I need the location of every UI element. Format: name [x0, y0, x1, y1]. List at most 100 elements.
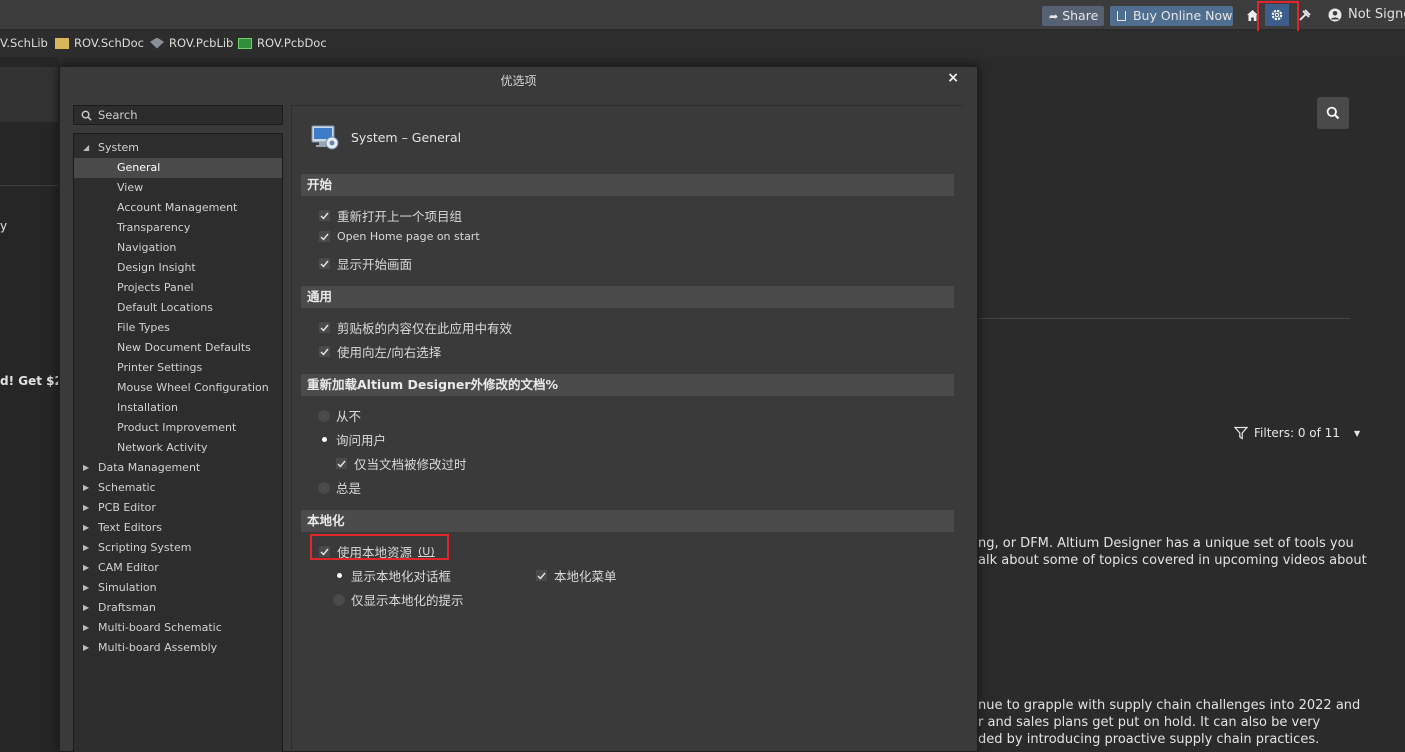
reload-always-radio[interactable]: 总是 — [318, 478, 361, 497]
checkbox-checked-icon — [318, 209, 331, 222]
doc-tab-label: ROV.PcbLib — [169, 36, 234, 50]
tree-item-printer-settings[interactable]: Printer Settings — [74, 358, 282, 378]
radio-label: 从不 — [336, 409, 362, 424]
tree-label: General — [117, 161, 161, 174]
reload-never-radio[interactable]: 从不 — [318, 406, 361, 425]
checkbox-label: 本地化菜单 — [554, 569, 617, 584]
preferences-search[interactable] — [73, 105, 283, 125]
radio-label: 总是 — [336, 481, 362, 496]
filter-icon — [1234, 426, 1248, 440]
page-header: System – General — [309, 121, 461, 153]
tree-item-multiboard-assembly[interactable]: ▶ Multi-board Assembly — [74, 638, 282, 658]
cart-icon — [1117, 11, 1126, 21]
checkbox-checked-icon — [318, 321, 331, 334]
tree-label: Multi-board Schematic — [98, 621, 222, 634]
tree-item-installation[interactable]: Installation — [74, 398, 282, 418]
tree-item-pcb-editor[interactable]: ▶ PCB Editor — [74, 498, 282, 518]
tree-item-transparency[interactable]: Transparency — [74, 218, 282, 238]
doc-tab-schdoc[interactable]: ROV.SchDoc — [55, 36, 144, 50]
display-localized-dialogs-radio[interactable]: 显示本地化对话框 — [333, 566, 451, 585]
doc-tab-schlib[interactable]: V.SchLib — [0, 36, 48, 50]
collapsed-arrow-icon: ▶ — [83, 503, 90, 512]
close-icon[interactable]: × — [947, 70, 959, 86]
buy-online-button[interactable]: Buy Online Now — [1110, 6, 1233, 26]
tree-item-default-locations[interactable]: Default Locations — [74, 298, 282, 318]
tree-item-new-document-defaults[interactable]: New Document Defaults — [74, 338, 282, 358]
tree-item-cam-editor[interactable]: ▶ CAM Editor — [74, 558, 282, 578]
section-general-header: 通用 — [301, 286, 954, 308]
localized-menus-checkbox[interactable]: 本地化菜单 — [535, 566, 617, 585]
tree-item-text-editors[interactable]: ▶ Text Editors — [74, 518, 282, 538]
chevron-down-icon: ▼ — [1353, 428, 1361, 438]
pcbdoc-icon — [238, 37, 252, 49]
tree-item-multiboard-schematic[interactable]: ▶ Multi-board Schematic — [74, 618, 282, 638]
tree-item-general[interactable]: General — [74, 158, 282, 178]
tree-item-scripting-system[interactable]: ▶ Scripting System — [74, 538, 282, 558]
search-icon — [1326, 106, 1340, 120]
reload-ask-user-radio[interactable]: 询问用户 — [318, 430, 386, 449]
user-sign-in-label[interactable]: Not Signe — [1348, 7, 1405, 22]
section-reload-header: 重新加载Altium Designer外修改的文档% — [301, 374, 954, 396]
doc-tab-pcbdoc[interactable]: ROV.PcbDoc — [238, 36, 327, 50]
tree-item-account-management[interactable]: Account Management — [74, 198, 282, 218]
collapsed-arrow-icon: ▶ — [83, 563, 90, 572]
radio-label: 显示本地化对话框 — [351, 569, 452, 584]
search-icon — [81, 110, 92, 121]
filters-label: Filters: 0 of 11 — [1254, 426, 1340, 440]
tree-item-schematic[interactable]: ▶ Schematic — [74, 478, 282, 498]
user-icon[interactable] — [1325, 5, 1345, 25]
show-splash-screen-checkbox[interactable]: 显示开始画面 — [318, 254, 412, 273]
checkbox-checked-icon — [318, 230, 331, 243]
background-band — [0, 67, 58, 122]
tree-item-file-types[interactable]: File Types — [74, 318, 282, 338]
open-home-page-checkbox[interactable]: Open Home page on start — [318, 230, 480, 243]
doc-tab-label: ROV.PcbDoc — [257, 36, 327, 50]
checkbox-label: 仅当文档被修改过时 — [354, 457, 467, 472]
reopen-project-group-checkbox[interactable]: 重新打开上一个项目组 — [318, 206, 462, 225]
search-input[interactable] — [98, 108, 278, 122]
share-button[interactable]: ➦ Share — [1042, 6, 1104, 26]
share-label: Share — [1062, 8, 1099, 23]
tree-item-design-insight[interactable]: Design Insight — [74, 258, 282, 278]
tree-item-product-improvement[interactable]: Product Improvement — [74, 418, 282, 438]
tree-item-data-management[interactable]: ▶ Data Management — [74, 458, 282, 478]
checkbox-checked-icon — [535, 569, 548, 582]
reload-only-modified-checkbox[interactable]: 仅当文档被修改过时 — [335, 454, 467, 473]
collapsed-arrow-icon: ▶ — [83, 543, 90, 552]
section-start-header: 开始 — [301, 174, 954, 196]
tree-label: Transparency — [117, 221, 191, 234]
tree-item-network-activity[interactable]: Network Activity — [74, 438, 282, 458]
radio-checked-icon — [318, 433, 330, 446]
preferences-content: System – General 开始 重新打开上一个项目组 Open Home… — [291, 105, 963, 752]
collapsed-arrow-icon: ▶ — [83, 463, 90, 472]
page-title: System – General — [351, 129, 462, 145]
filters-dropdown[interactable]: Filters: 0 of 11 ▼ — [1234, 426, 1360, 440]
left-right-selection-checkbox[interactable]: 使用向左/向右选择 — [318, 342, 441, 361]
tree-label: Multi-board Assembly — [98, 641, 218, 654]
display-localized-hints-radio[interactable]: 仅显示本地化的提示 — [333, 590, 464, 609]
doc-tab-pcblib[interactable]: ROV.PcbLib — [150, 36, 233, 50]
doc-tab-label: ROV.SchDoc — [74, 36, 145, 50]
background-divider — [0, 185, 58, 186]
tree-label: Scripting System — [98, 541, 192, 554]
checkbox-label: 重新打开上一个项目组 — [337, 209, 463, 224]
tree-label: Schematic — [98, 481, 156, 494]
tree-item-navigation[interactable]: Navigation — [74, 238, 282, 258]
background-search-button[interactable] — [1317, 97, 1349, 129]
tree-item-draftsman[interactable]: ▶ Draftsman — [74, 598, 282, 618]
checkbox-checked-icon — [318, 345, 331, 358]
checkbox-checked-icon — [335, 457, 348, 470]
collapsed-arrow-icon: ▶ — [83, 603, 90, 612]
clipboard-local-checkbox[interactable]: 剪贴板的内容仅在此应用中有效 — [318, 318, 512, 337]
section-localization-header: 本地化 — [301, 510, 954, 532]
preferences-dialog: 优选项 × ◢ System General View Account Manag… — [59, 66, 978, 752]
tree-label: Account Management — [117, 201, 238, 214]
radio-unchecked-icon — [318, 409, 330, 422]
tree-item-simulation[interactable]: ▶ Simulation — [74, 578, 282, 598]
tree-label: Data Management — [98, 461, 201, 474]
tree-item-projects-panel[interactable]: Projects Panel — [74, 278, 282, 298]
tree-item-view[interactable]: View — [74, 178, 282, 198]
tree-item-mouse-wheel[interactable]: Mouse Wheel Configuration — [74, 378, 282, 398]
tree-label: System — [98, 141, 140, 154]
tree-item-system[interactable]: ◢ System — [74, 138, 282, 158]
